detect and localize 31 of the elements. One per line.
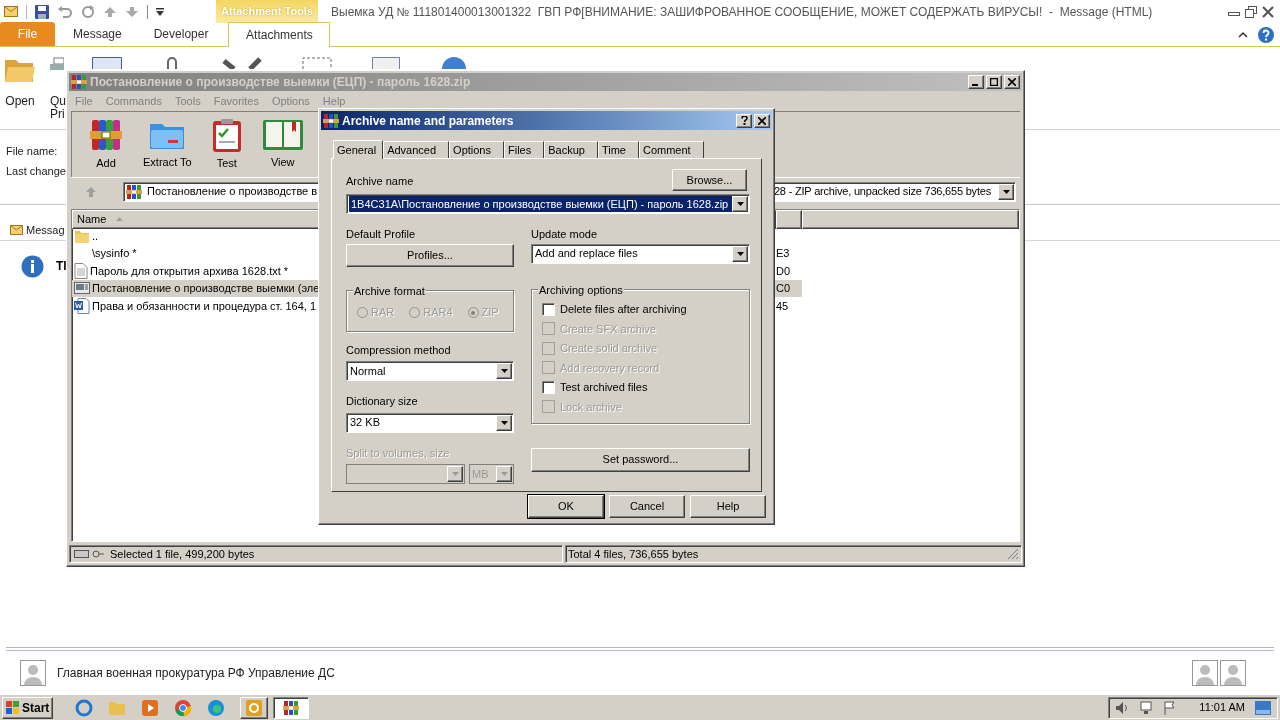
field-label: File name:	[6, 144, 58, 159]
checkbox-label: Create SFX archive	[560, 321, 656, 337]
radio-label: ZIP	[481, 305, 499, 321]
info-text: Tl	[56, 258, 67, 275]
table-cell-text: D0	[776, 263, 792, 279]
field-label: Default Profile	[346, 227, 417, 242]
status-text: Selected 1 file, 499,200 bytes	[110, 546, 255, 562]
field-label: Update mode	[531, 227, 599, 242]
checkbox-label: Test archived files	[560, 380, 648, 395]
radio-label: RAR4	[423, 305, 453, 321]
table-cell: C0	[776, 279, 802, 297]
field-label: Split to volumes, size	[346, 445, 451, 461]
checkbox-label: Create solid archive	[560, 341, 658, 356]
checkbox-label: Delete files after archiving	[560, 302, 687, 317]
radio-label: RAR	[371, 305, 395, 321]
dialog-title: Archive name and parameters	[342, 112, 514, 130]
window-title: Выемка УД № 111801400013001322 ГВП РФ[ВНИМАНИЕ: ЗАШИФРОВАННОЕ СООБЩЕНИЕ, МОЖЕТ СОДЕРЖАТЬ ВИРУСЫ! - Message (HTML)	[331, 3, 1153, 21]
contextual-tab-label: Attachment Tools	[216, 0, 318, 23]
field-label: Archive name	[346, 173, 414, 189]
file-name: Права и обязанности и процедура ст. 164, 1	[92, 298, 317, 314]
field-label: Last change	[6, 163, 66, 179]
field-label: Compression method	[346, 342, 452, 358]
table-cell-text: 45	[776, 298, 790, 314]
file-name: Пароль для открытия архива 1628.txt *	[90, 263, 289, 279]
sender-name: Главная военная прокуратура РФ Управление ДС	[57, 664, 335, 682]
file-name: Постановление о производстве выемки (эле	[92, 281, 320, 296]
field-label: Dictionary size	[346, 394, 419, 409]
file-name: ..	[92, 228, 99, 244]
status-text: Total 4 files, 736,655 bytes	[568, 546, 699, 562]
window-title: Постановление о производстве выемки (ЕЦП) - пароль 1628.zip	[90, 74, 471, 91]
checkbox-label: Add recovery record	[560, 360, 660, 376]
